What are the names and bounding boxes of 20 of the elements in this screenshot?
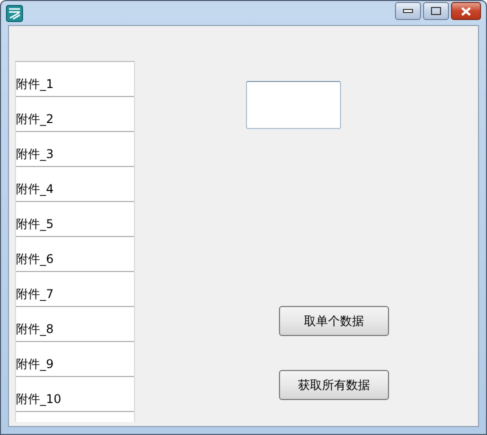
list-item[interactable]: 附件_5 (16, 202, 134, 237)
app-icon (6, 4, 23, 22)
list-item[interactable]: 附件_10 (16, 377, 134, 412)
list-item[interactable]: 附件_7 (16, 272, 134, 307)
maximize-icon (431, 7, 441, 15)
input-field[interactable] (246, 81, 341, 129)
minimize-icon (403, 9, 413, 13)
minimize-button[interactable] (395, 2, 421, 20)
list-item[interactable]: 附件_9 (16, 342, 134, 377)
list-item[interactable]: 附件_2 (16, 97, 134, 132)
list-item[interactable]: 附件_3 (16, 132, 134, 167)
close-button[interactable] (451, 2, 481, 20)
list-item[interactable]: 附件_1 (16, 62, 134, 97)
action-button[interactable]: 取单个数据 (279, 306, 389, 336)
list-item[interactable]: 附件_6 (16, 237, 134, 272)
list-item[interactable]: 附件_4 (16, 167, 134, 202)
list-item[interactable]: 附件_8 (16, 307, 134, 342)
maximize-button[interactable] (423, 2, 449, 20)
close-icon (461, 6, 471, 16)
action-button[interactable]: 获取所有数据 (279, 370, 389, 400)
